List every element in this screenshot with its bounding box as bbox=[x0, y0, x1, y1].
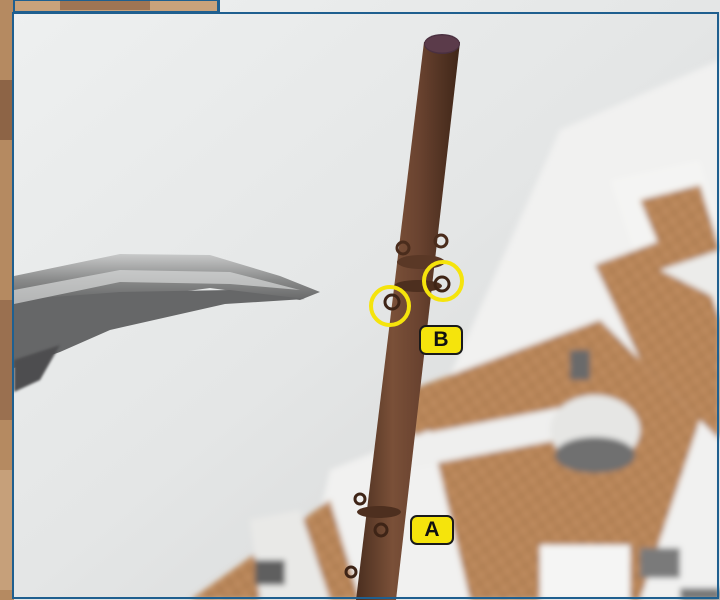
photo-frame: B A bbox=[0, 0, 720, 600]
callout-label-b: B bbox=[419, 325, 463, 355]
ship-model-photo bbox=[0, 0, 720, 600]
callout-label-a: A bbox=[410, 515, 454, 545]
